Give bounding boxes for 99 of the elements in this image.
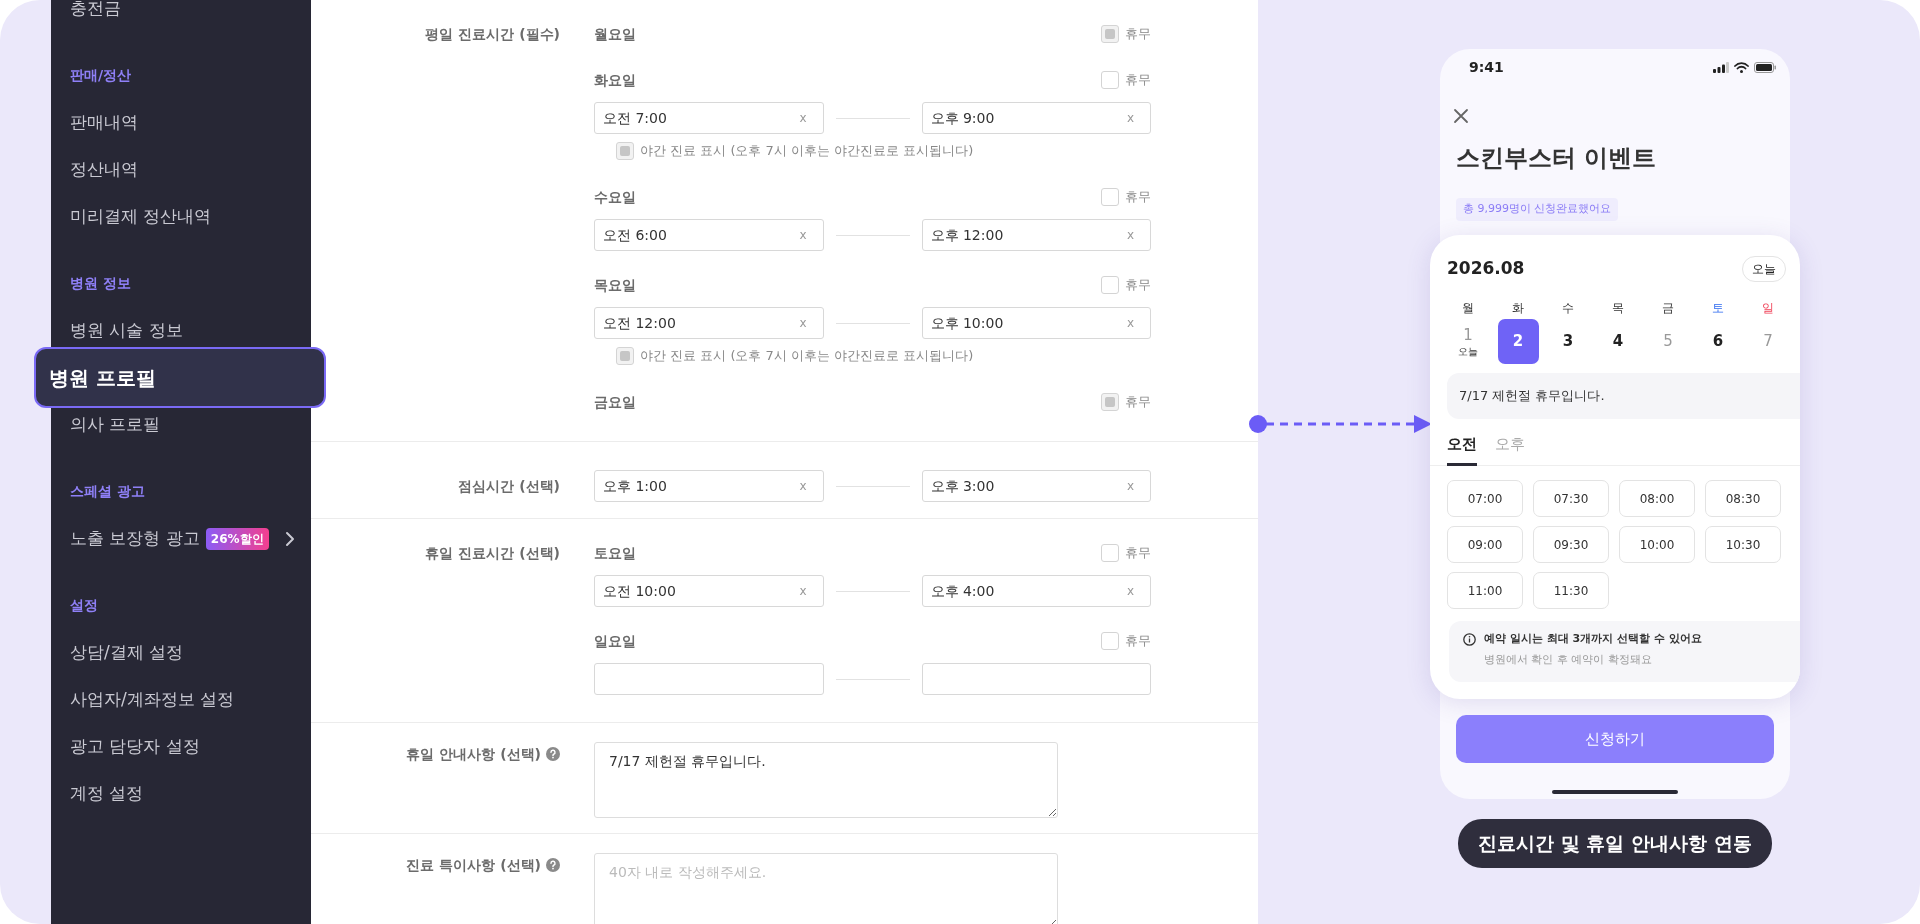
checkbox[interactable]	[1101, 276, 1119, 294]
day-label: 일요일	[594, 631, 636, 651]
time-slot-button[interactable]: 10:30	[1705, 526, 1781, 563]
holiday-notice: 7/17 제헌절 휴무입니다.	[1447, 372, 1800, 419]
field-label: 평일 진료시간 (필수)	[425, 25, 560, 44]
chevron-right-icon[interactable]	[284, 530, 295, 547]
checkbox-label: 휴무	[1125, 544, 1151, 563]
date-cell[interactable]: 6	[1697, 318, 1739, 364]
discount-badge: 26%할인	[205, 527, 269, 550]
checkbox-label: 휴무	[1125, 276, 1151, 295]
time-field[interactable]: 오후 4:00 x	[921, 575, 1151, 607]
time-field[interactable]: 오전 6:00 x	[594, 219, 824, 251]
info-title: 예약 일시는 최대 3개까지 선택할 수 있어요	[1484, 631, 1702, 647]
time-field[interactable]	[921, 663, 1151, 695]
section-header: 스페셜 광고	[70, 482, 146, 501]
weekday-label: 화	[1511, 299, 1525, 317]
checkbox-label: 휴무	[1125, 632, 1151, 651]
sidebar-item[interactable]: 사업자/계좌정보 설정	[70, 676, 311, 723]
time-field[interactable]: 오후 12:00 x	[921, 219, 1151, 251]
checkbox[interactable]	[616, 347, 634, 365]
page-title: 스킨부스터 이벤트	[1456, 143, 1658, 174]
day-label: 월요일	[594, 24, 636, 44]
day-label: 금요일	[594, 392, 636, 412]
field-label: 휴일 안내사항 (선택)	[406, 745, 541, 764]
sidebar-item[interactable]: 충전금	[70, 0, 311, 32]
checkbox[interactable]	[1101, 393, 1119, 411]
help-icon[interactable]	[546, 858, 560, 872]
today-label: 오늘	[1458, 346, 1478, 359]
text-area[interactable]: 40자 내로 작성해주세요.	[594, 853, 1058, 924]
time-slot-button[interactable]: 11:30	[1533, 572, 1609, 609]
count-badge: 총 9,999명이 신청완료했어요	[1456, 198, 1619, 221]
checkbox[interactable]	[1101, 71, 1119, 89]
status-time: 9:41	[1469, 57, 1504, 77]
sidebar-item[interactable]: 정산내역	[70, 146, 311, 193]
period-tab[interactable]: 오전	[1447, 428, 1477, 466]
time-slot-button[interactable]: 07:30	[1533, 480, 1609, 517]
checkbox[interactable]	[1101, 632, 1119, 650]
checkbox-label: 야간 진료 표시 (오후 7시 이후는 야간진료로 표시됩니다)	[640, 142, 974, 161]
time-field[interactable]: 오후 9:00 x	[921, 102, 1151, 134]
day-label: 목요일	[594, 275, 636, 295]
help-icon[interactable]	[546, 747, 560, 761]
time-slot-button[interactable]: 08:30	[1705, 480, 1781, 517]
sidebar-item[interactable]: 노출 보장형 광고 26%할인	[70, 515, 311, 562]
time-field[interactable]: 오전 10:00 x	[594, 575, 824, 607]
checkbox[interactable]	[616, 142, 634, 160]
wifi-icon	[1734, 61, 1749, 73]
weekday-label: 월	[1461, 299, 1475, 317]
sidebar-item[interactable]: 상담/결제 설정	[70, 629, 311, 676]
sidebar-item[interactable]: 판매내역	[70, 99, 311, 146]
info-icon	[1463, 632, 1476, 646]
time-slot-button[interactable]: 08:00	[1619, 480, 1695, 517]
weekday-label: 목	[1611, 299, 1625, 317]
weekday-label: 수	[1561, 299, 1575, 317]
checkbox[interactable]	[1101, 544, 1119, 562]
time-field[interactable]: 오후 10:00 x	[921, 307, 1151, 339]
time-slot-button[interactable]: 09:00	[1447, 526, 1523, 563]
checkbox[interactable]	[1101, 188, 1119, 206]
sidebar-item[interactable]: 계정 설정	[70, 770, 311, 817]
checkbox-label: 휴무	[1125, 393, 1151, 412]
time-field[interactable]	[594, 663, 824, 695]
date-cell[interactable]: 2	[1497, 318, 1539, 364]
info-text: 병원에서 확인 후 예약이 확정돼요	[1484, 651, 1653, 668]
text-area[interactable]: 7/17 제헌절 휴무입니다.	[594, 742, 1058, 818]
day-label: 수요일	[594, 187, 636, 207]
weekday-label: 금	[1661, 299, 1675, 317]
time-field[interactable]: 오전 12:00 x	[594, 307, 824, 339]
checkbox-label: 휴무	[1125, 25, 1151, 44]
weekday-label: 일	[1761, 299, 1775, 317]
checkbox-label: 휴무	[1125, 188, 1151, 207]
date-cell[interactable]: 4	[1597, 318, 1639, 364]
checkbox[interactable]	[1101, 25, 1119, 43]
checkbox-label: 야간 진료 표시 (오후 7시 이후는 야간진료로 표시됩니다)	[640, 347, 974, 366]
day-label: 화요일	[594, 70, 636, 90]
time-field[interactable]: 오후 1:00 x	[594, 470, 824, 502]
section-header: 판매/정산	[70, 66, 133, 85]
signal-icon	[1713, 61, 1729, 73]
month-label: 2026.08	[1447, 256, 1525, 280]
weekday-label: 토	[1711, 299, 1725, 317]
field-label: 휴일 진료시간 (선택)	[425, 544, 560, 563]
time-slot-button[interactable]: 11:00	[1447, 572, 1523, 609]
field-label: 점심시간 (선택)	[458, 477, 560, 496]
field-label: 진료 특이사항 (선택)	[406, 856, 541, 875]
caption-label: 진료시간 및 휴일 안내사항 연동	[1458, 819, 1772, 868]
sidebar-item[interactable]: 미리결제 정산내역	[70, 193, 311, 240]
time-slot-button[interactable]: 09:30	[1533, 526, 1609, 563]
time-slot-button[interactable]: 10:00	[1619, 526, 1695, 563]
time-field[interactable]: 오전 7:00 x	[594, 102, 824, 134]
day-label: 토요일	[594, 543, 636, 563]
close-icon[interactable]	[1453, 108, 1469, 124]
today-button[interactable]: 오늘	[1742, 255, 1786, 282]
sidebar-item[interactable]: 병원 프로필	[34, 347, 326, 408]
date-cell[interactable]: 3	[1547, 318, 1589, 364]
time-field[interactable]: 오후 3:00 x	[921, 470, 1151, 502]
section-header: 설정	[70, 596, 99, 615]
battery-icon	[1754, 61, 1776, 73]
time-slot-button[interactable]: 07:00	[1447, 480, 1523, 517]
checkbox-label: 휴무	[1125, 71, 1151, 90]
sidebar-item[interactable]: 광고 담당자 설정	[70, 723, 311, 770]
section-header: 병원 정보	[70, 274, 132, 293]
